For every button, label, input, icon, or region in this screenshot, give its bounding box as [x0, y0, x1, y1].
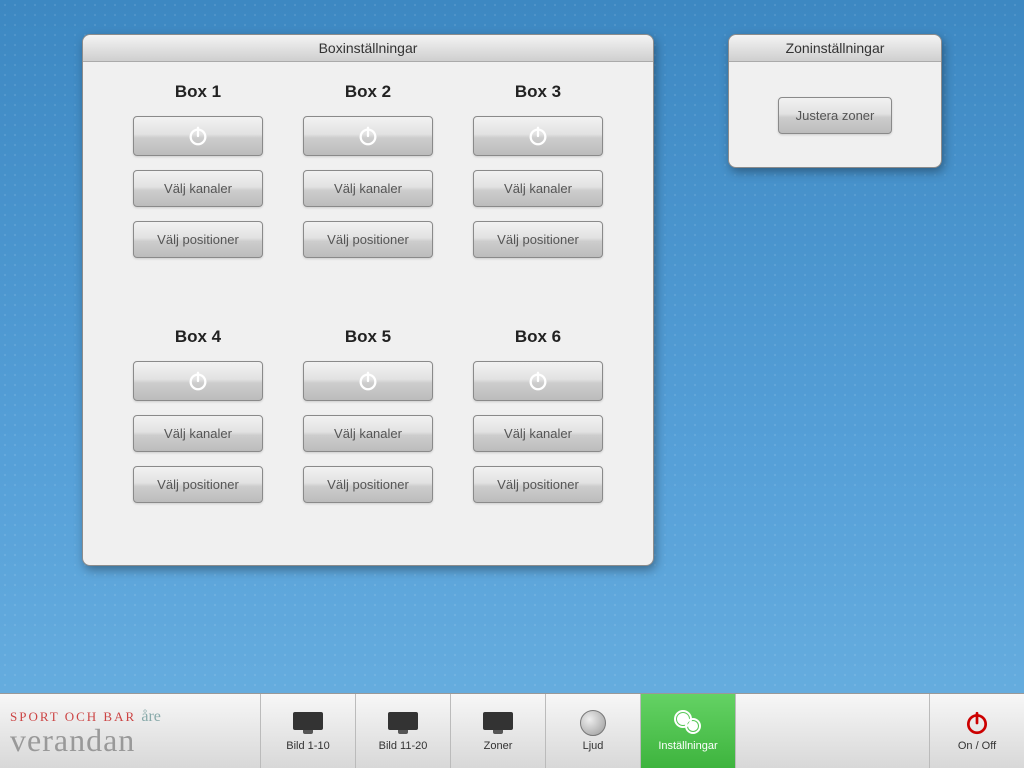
- box-settings-title: Boxinställningar: [83, 35, 653, 62]
- box-1-label: Box 1: [175, 82, 221, 102]
- box-3-select-channels-button[interactable]: Välj kanaler: [473, 170, 603, 207]
- box-4-power-button[interactable]: [133, 361, 263, 401]
- box-6-label: Box 6: [515, 327, 561, 347]
- box-2-select-channels-button[interactable]: Välj kanaler: [303, 170, 433, 207]
- box-1-select-channels-button[interactable]: Välj kanaler: [133, 170, 263, 207]
- adjust-zones-button[interactable]: Justera zoner: [778, 97, 892, 134]
- monitor-icon: [293, 712, 323, 734]
- box-1-column: Box 1 Välj kanaler Välj positioner: [113, 82, 283, 292]
- box-3-column: Box 3 Välj kanaler Välj positioner: [453, 82, 623, 292]
- toolbar-onoff-label: On / Off: [958, 740, 996, 752]
- gears-icon: [673, 709, 703, 738]
- toolbar-zoner-button[interactable]: Zoner: [450, 694, 545, 768]
- box-2-column: Box 2 Välj kanaler Välj positioner: [283, 82, 453, 292]
- bottom-toolbar: SPORT OCH BAR åre verandan Bild 1-10 Bild…: [0, 693, 1024, 768]
- box-6-select-channels-button[interactable]: Välj kanaler: [473, 415, 603, 452]
- box-5-select-positions-button[interactable]: Välj positioner: [303, 466, 433, 503]
- toolbar-item-label: Bild 1-10: [286, 740, 329, 752]
- box-3-power-button[interactable]: [473, 116, 603, 156]
- box-6-select-positions-button[interactable]: Välj positioner: [473, 466, 603, 503]
- toolbar-onoff-button[interactable]: On / Off: [929, 694, 1024, 768]
- box-5-select-channels-button[interactable]: Välj kanaler: [303, 415, 433, 452]
- brand-logo: SPORT OCH BAR åre verandan: [0, 694, 260, 768]
- toolbar-item-label: Bild 11-20: [379, 740, 428, 752]
- box-4-select-channels-button[interactable]: Välj kanaler: [133, 415, 263, 452]
- toolbar-item-label: Ljud: [583, 740, 604, 752]
- zone-settings-title: Zoninställningar: [729, 35, 941, 62]
- toolbar-bild-11-20-button[interactable]: Bild 11-20: [355, 694, 450, 768]
- box-5-label: Box 5: [345, 327, 391, 347]
- box-4-column: Box 4 Välj kanaler Välj positioner: [113, 327, 283, 537]
- toolbar-ljud-button[interactable]: Ljud: [545, 694, 640, 768]
- box-4-label: Box 4: [175, 327, 221, 347]
- box-settings-panel: Boxinställningar Box 1 Välj kanaler Välj p…: [82, 34, 654, 566]
- power-icon: [961, 710, 993, 736]
- box-6-column: Box 6 Välj kanaler Välj positioner: [453, 327, 623, 537]
- toolbar-item-label: Inställningar: [658, 740, 717, 752]
- box-3-label: Box 3: [515, 82, 561, 102]
- zone-settings-panel: Zoninställningar Justera zoner: [728, 34, 942, 168]
- box-5-power-button[interactable]: [303, 361, 433, 401]
- toolbar-inst-llningar-button[interactable]: Inställningar: [640, 694, 735, 768]
- box-1-select-positions-button[interactable]: Välj positioner: [133, 221, 263, 258]
- speaker-icon: [580, 710, 606, 736]
- toolbar-bild-1-10-button[interactable]: Bild 1-10: [260, 694, 355, 768]
- toolbar-item-label: Zoner: [484, 740, 513, 752]
- box-1-power-button[interactable]: [133, 116, 263, 156]
- monitor-icon: [388, 712, 418, 734]
- box-5-column: Box 5 Välj kanaler Välj positioner: [283, 327, 453, 537]
- box-3-select-positions-button[interactable]: Välj positioner: [473, 221, 603, 258]
- monitor-icon: [483, 712, 513, 734]
- box-6-power-button[interactable]: [473, 361, 603, 401]
- box-4-select-positions-button[interactable]: Välj positioner: [133, 466, 263, 503]
- toolbar-spacer: [735, 694, 929, 768]
- box-2-power-button[interactable]: [303, 116, 433, 156]
- box-2-select-positions-button[interactable]: Välj positioner: [303, 221, 433, 258]
- box-2-label: Box 2: [345, 82, 391, 102]
